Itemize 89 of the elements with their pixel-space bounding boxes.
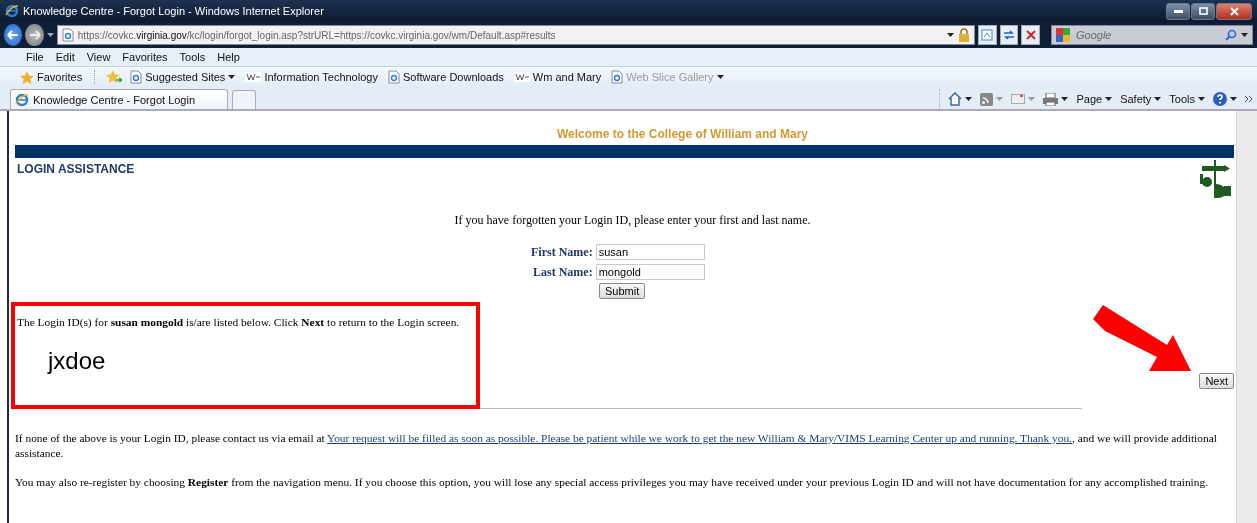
caret-icon	[965, 97, 973, 101]
caret-icon	[228, 75, 236, 79]
help-icon	[1213, 92, 1227, 106]
compatibility-button[interactable]	[977, 25, 997, 45]
search-bar[interactable]: Google	[1051, 25, 1253, 45]
refresh-button[interactable]	[999, 25, 1019, 45]
field-label: First Name:	[531, 244, 593, 260]
register-paragraph: You may also re-register by choosing Register from the navigation menu. If you choose this option, you will lose any special access privileges you may have received under your previous Login ID and will not have documentation for any accomplished training.	[15, 475, 1209, 490]
contact-paragraph: If none of the above is your Login ID, please contact us via email at Your request will be filled as soon as possible. Please be patient while we work to get the new William & Mary/VIMS Learning Center up and running. Thank you., and we will provide additional assistance.	[15, 431, 1218, 461]
maximize-button[interactable]	[1191, 2, 1215, 20]
caret-icon	[1154, 97, 1162, 101]
browser-icon	[15, 92, 29, 107]
caret-icon	[1198, 97, 1205, 101]
add-favorite-icon[interactable]	[106, 70, 123, 84]
menu-item[interactable]: Tools	[173, 51, 212, 63]
menu-item[interactable]: File	[20, 51, 50, 63]
mail-icon	[1011, 94, 1026, 104]
caret-icon	[996, 97, 1004, 101]
search-field[interactable]: Google	[1074, 28, 1221, 42]
page-icon	[61, 28, 74, 42]
back-button[interactable]	[4, 24, 23, 46]
caret-icon	[946, 33, 954, 37]
lock-icon[interactable]	[957, 28, 970, 42]
star-icon	[20, 70, 34, 84]
maximize-icon	[1198, 7, 1208, 15]
favorites-button[interactable]: Favorites	[18, 70, 85, 84]
close-button[interactable]	[1216, 2, 1252, 20]
favorites-link[interactable]: Suggested Sites	[128, 70, 238, 84]
site-icon	[245, 72, 262, 82]
browser-tab[interactable]: Knowledge Centre - Forgot Login	[10, 89, 228, 109]
search-provider-icon	[1056, 28, 1070, 42]
feed-icon	[980, 92, 994, 106]
login-id: jxdoe	[48, 347, 107, 375]
print-button[interactable]	[1043, 92, 1069, 106]
caret-icon	[1230, 97, 1237, 101]
help-button[interactable]	[1213, 92, 1237, 106]
forward-button[interactable]	[25, 24, 44, 46]
next-button[interactable]: Next	[1199, 373, 1234, 389]
instruction-text: If you have forgotten your Login ID, please enter your first and last name.	[453, 213, 812, 228]
weathervane-logo-icon	[1198, 160, 1232, 198]
page-icon	[611, 70, 624, 84]
caret-icon	[1241, 33, 1248, 37]
menu-item[interactable]: View	[80, 51, 117, 63]
page-heading: LOGIN ASSISTANCE	[17, 162, 135, 176]
address-field[interactable]: https://covkc.virginia.gov/kc/login/forgot_login.asp?strURL=https://covkc.virginia.gov/wm/Default.asp#results	[56, 25, 975, 45]
printer-icon	[1043, 92, 1059, 106]
refresh-icon	[1002, 29, 1015, 41]
submit-button[interactable]: Submit	[599, 283, 646, 299]
caret-icon	[1028, 97, 1036, 101]
page-icon	[130, 70, 143, 84]
browser-icon	[5, 4, 19, 18]
back-arrow-icon	[7, 30, 20, 40]
search-icon[interactable]	[1225, 29, 1237, 41]
menu-item[interactable]: Edit	[49, 51, 81, 63]
result-message: The Login ID(s) for susan mongold is/are listed below. Click Next to return to the Login screen.	[17, 315, 460, 329]
chevron-icon[interactable]	[1245, 96, 1253, 102]
history-dropdown[interactable]	[46, 33, 54, 37]
caret-icon	[716, 75, 724, 79]
stop-icon	[1025, 30, 1036, 40]
home-icon	[948, 92, 963, 106]
input-field[interactable]: mongold	[595, 264, 705, 280]
welcome-title: Welcome to the College of William and Mary	[556, 127, 808, 141]
stop-button[interactable]	[1021, 25, 1040, 45]
favorites-link[interactable]: Software Downloads	[385, 70, 506, 84]
mail-button[interactable]	[1011, 94, 1036, 104]
input-field[interactable]: susan	[595, 244, 705, 260]
command-menu[interactable]: Page	[1076, 93, 1113, 105]
forward-arrow-icon	[28, 30, 41, 40]
menu-item[interactable]: Help	[211, 51, 246, 63]
menu-item[interactable]: Favorites	[116, 51, 174, 63]
email-link[interactable]: Your request will be filled as soon as possible. Please be patient while we work to get the new William & Mary/VIMS Learning Center up and running. Thank you.	[327, 432, 1072, 444]
minimize-icon	[1173, 9, 1183, 13]
command-menu[interactable]: Safety	[1120, 93, 1162, 105]
caret-icon	[1105, 97, 1113, 101]
page-view-icon	[981, 29, 994, 41]
window-title: Knowledge Centre - Forgot Login - Windows Internet Explorer	[23, 5, 324, 17]
close-icon	[1229, 6, 1239, 16]
favorites-link[interactable]: Information Technology	[243, 71, 380, 83]
site-icon	[513, 72, 530, 82]
feeds-button[interactable]	[980, 92, 1004, 106]
caret-icon	[46, 33, 54, 37]
favorites-link[interactable]: Wm and Mary	[511, 71, 604, 83]
page-icon	[387, 70, 400, 84]
field-label: Last Name:	[532, 264, 593, 280]
scrollbar[interactable]	[1236, 111, 1257, 523]
home-button[interactable]	[948, 92, 973, 106]
caret-icon	[1061, 97, 1069, 101]
command-menu[interactable]: Tools	[1169, 93, 1205, 105]
minimize-button[interactable]	[1166, 2, 1190, 20]
